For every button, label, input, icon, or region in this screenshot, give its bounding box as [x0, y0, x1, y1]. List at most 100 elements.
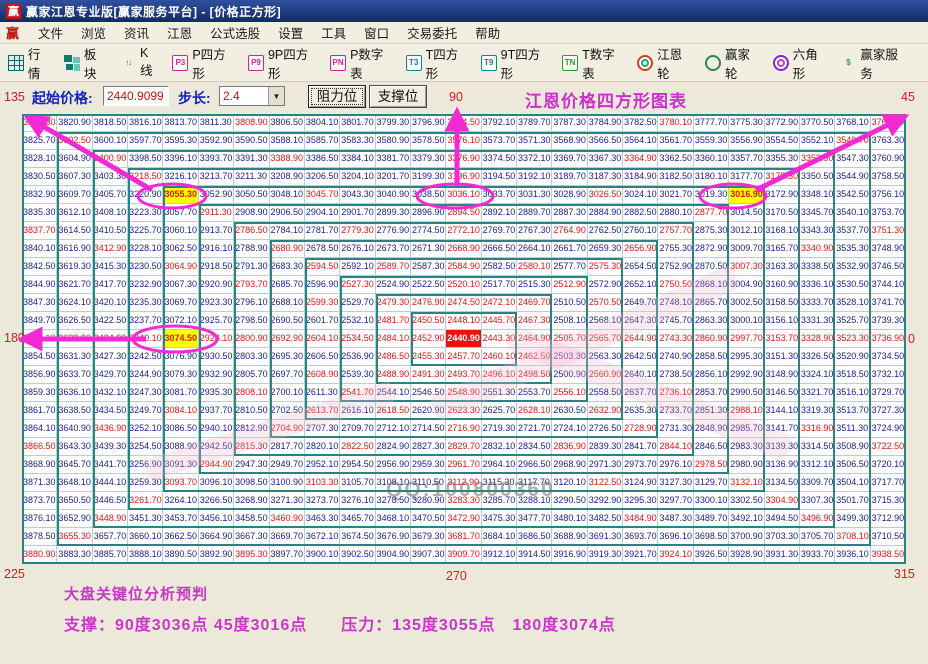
menu-item-1[interactable]: 浏览	[72, 25, 115, 43]
grid-cell: 2522.50	[411, 276, 446, 294]
grid-cell: 2916.10	[199, 240, 234, 258]
grid-cell: 3060.10	[163, 222, 198, 240]
grid-cell: 3412.90	[93, 240, 128, 258]
grid-cell: 3040.90	[376, 186, 411, 204]
grid-cell: 3525.70	[835, 312, 870, 330]
menu-item-4[interactable]: 公式选股	[201, 25, 269, 43]
toolbar-button-行情[interactable]: 行情	[8, 44, 51, 82]
grid-cell: 3763.30	[871, 132, 906, 150]
toolbar-button-江恩轮[interactable]: 江恩轮	[637, 44, 692, 82]
grid-cell: 2541.70	[340, 384, 375, 402]
menu-item-9[interactable]: 帮助	[466, 25, 509, 43]
grid-cell: 2548.90	[446, 384, 481, 402]
grid-cell: 2601.70	[305, 312, 340, 330]
grid-cell: 3156.10	[765, 312, 800, 330]
menu-logo-icon: 赢	[6, 23, 19, 42]
toolbar-label: T数字表	[582, 44, 624, 82]
grid-cell: 3134.50	[765, 474, 800, 492]
grid-cell: 3712.90	[871, 510, 906, 528]
grid-cell: 2678.50	[305, 240, 340, 258]
toolbar-button-赢家服务[interactable]: $赢家服务	[841, 44, 908, 82]
grid-cell: 3352.90	[800, 150, 835, 168]
menu-item-2[interactable]: 资讯	[115, 25, 158, 43]
grid-cell: 2628.10	[517, 402, 552, 420]
grid-cell: 3273.70	[305, 492, 340, 510]
grid-cell: 2824.90	[376, 438, 411, 456]
grid-cell: 3909.70	[446, 546, 481, 564]
grid-cell: 2613.70	[305, 402, 340, 420]
grid-cell: 3614.50	[57, 222, 92, 240]
grid-cell: 2575.30	[588, 258, 623, 276]
grid-cell: 3568.90	[552, 132, 587, 150]
grid-cell: 3043.30	[340, 186, 375, 204]
grid-cell: 3213.70	[199, 168, 234, 186]
toolbar-button-T四方形[interactable]: T3T四方形	[406, 44, 468, 82]
grid-cell: 3607.30	[57, 168, 92, 186]
grid-cell: 2632.90	[588, 402, 623, 420]
grid-cell: 2877.70	[694, 204, 729, 222]
grid-cell: 3633.70	[57, 366, 92, 384]
step-select[interactable]: 2.4 ▼	[219, 86, 285, 106]
grid-cell: 2563.30	[588, 348, 623, 366]
blocks-icon	[64, 55, 80, 71]
grid-cell: 3489.70	[694, 510, 729, 528]
resistance-button[interactable]: 阻力位	[308, 85, 366, 108]
grid-cell: 2570.50	[588, 294, 623, 312]
menu-item-7[interactable]: 窗口	[355, 25, 398, 43]
grid-cell: 3914.50	[517, 546, 552, 564]
grid-cell: 2671.30	[411, 240, 446, 258]
grid-cell: 2944.90	[199, 456, 234, 474]
start-price-input[interactable]	[103, 86, 169, 106]
toolbar-button-P数字表[interactable]: PNP数字表	[330, 44, 393, 82]
toolbar-button-T数字表[interactable]: TNT数字表	[562, 44, 624, 82]
grid-cell: 3249.70	[128, 402, 163, 420]
grid-cell: 2738.50	[658, 366, 693, 384]
grid-cell: 3271.30	[270, 492, 305, 510]
grid-cell: 3184.90	[623, 168, 658, 186]
grid-cell: 3124.90	[623, 474, 658, 492]
grid-cell: 3499.30	[835, 510, 870, 528]
menu-item-0[interactable]: 文件	[29, 25, 72, 43]
grid-cell: 3667.30	[234, 528, 269, 546]
toolbar-button-板块[interactable]: 板块	[64, 44, 107, 82]
toolbar-button-K线[interactable]: ↑↓K线	[120, 46, 159, 79]
grid-cell: 3883.30	[57, 546, 92, 564]
grid-cell: 3535.30	[835, 240, 870, 258]
t9-badge-icon: T9	[481, 55, 497, 71]
grid-cell: 3307.30	[800, 492, 835, 510]
toolbar-label: 9P四方形	[268, 44, 317, 82]
grid-cell: 2942.50	[199, 438, 234, 456]
grid-cell: 3518.50	[835, 366, 870, 384]
grid-cell: 3878.50	[22, 528, 57, 546]
menu-item-5[interactable]: 设置	[269, 25, 312, 43]
toolbar-button-赢家轮[interactable]: 赢家轮	[705, 44, 760, 82]
grid-cell: 3686.50	[517, 528, 552, 546]
angle-label-45: 45	[901, 90, 915, 104]
grid-cell: 3768.10	[835, 114, 870, 132]
grid-cell: 3448.90	[93, 510, 128, 528]
toolbar-button-P四方形[interactable]: P3P四方形	[172, 44, 235, 82]
grid-cell: 3552.10	[800, 132, 835, 150]
grid-cell: 3254.50	[128, 438, 163, 456]
menu-item-6[interactable]: 工具	[312, 25, 355, 43]
grid-cell: 3806.50	[270, 114, 305, 132]
grid-cell: 2464.90	[517, 330, 552, 348]
toolbar-button-9T四方形[interactable]: T99T四方形	[481, 44, 549, 82]
grid-cell: 3127.30	[658, 474, 693, 492]
grid-cell: 3885.70	[93, 546, 128, 564]
grid-cell: 3532.90	[835, 258, 870, 276]
grid-cell: 3902.50	[340, 546, 375, 564]
toolbar-button-9P四方形[interactable]: P99P四方形	[248, 44, 317, 82]
chevron-down-icon[interactable]: ▼	[268, 87, 284, 105]
support-button[interactable]: 支撑位	[369, 85, 427, 108]
grid-cell: 2688.10	[270, 294, 305, 312]
grid-cell: 2460.10	[482, 348, 517, 366]
grid-cell: 3340.90	[800, 240, 835, 258]
menu-item-3[interactable]: 江恩	[158, 25, 201, 43]
grid-cell: 3736.90	[871, 330, 906, 348]
toolbar-button-六角形[interactable]: 六角形	[773, 44, 828, 82]
grid-cell: 3400.90	[93, 150, 128, 168]
toolbar-label: 六角形	[793, 44, 828, 82]
angle-label-315: 315	[894, 567, 915, 581]
menu-item-8[interactable]: 交易委托	[398, 25, 466, 43]
